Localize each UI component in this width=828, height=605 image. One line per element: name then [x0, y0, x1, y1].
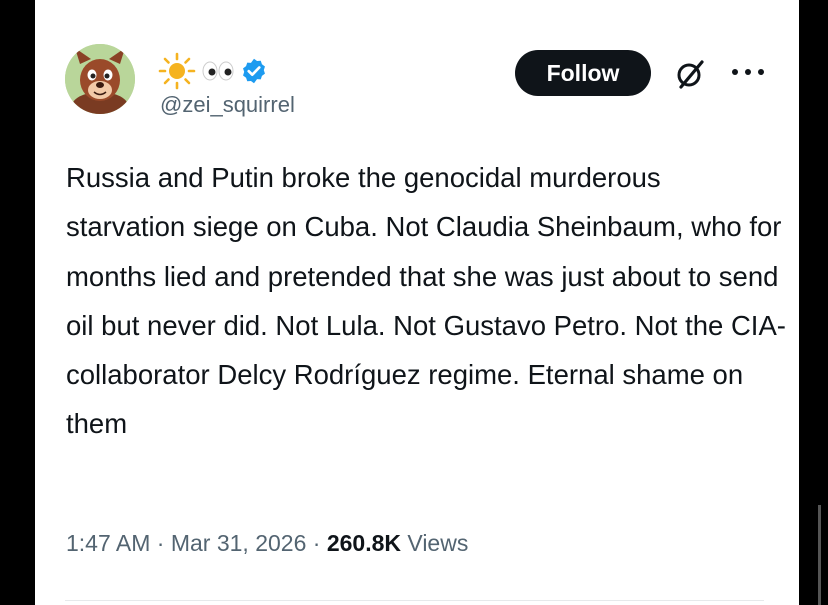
follow-button[interactable]: Follow [515, 50, 651, 96]
meta-separator: · [312, 530, 321, 556]
squirrel-avatar-icon [65, 44, 135, 114]
more-options-icon[interactable] [728, 62, 768, 82]
verified-badge-icon [243, 58, 265, 84]
eyes-icon [202, 61, 234, 81]
tweet-text: Russia and Putin broke the genocidal mur… [66, 162, 786, 440]
user-handle[interactable]: @zei_squirrel [160, 92, 295, 118]
meta-separator: · [156, 530, 165, 556]
grok-icon[interactable] [673, 57, 707, 91]
scrollbar[interactable] [818, 505, 821, 605]
tweet-card: @zei_squirrel Follow Russia and Putin br… [35, 0, 799, 605]
views-label: Views [407, 530, 469, 556]
tweet-time[interactable]: 1:47 AM [66, 530, 150, 556]
tweet-date[interactable]: Mar 31, 2026 [171, 530, 307, 556]
display-name[interactable] [158, 52, 268, 90]
avatar[interactable] [65, 44, 135, 114]
tweet-header: @zei_squirrel Follow [65, 42, 799, 137]
tweet-metadata: 1:47 AM · Mar 31, 2026 · 260.8K Views [66, 530, 468, 557]
views-count: 260.8K [326, 530, 401, 556]
sun-icon [158, 52, 196, 90]
divider [65, 600, 764, 601]
